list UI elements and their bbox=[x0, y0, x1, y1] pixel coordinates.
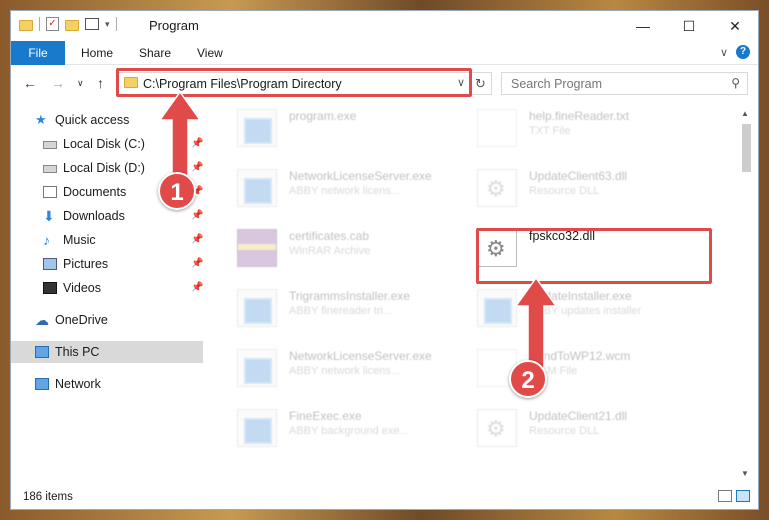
close-button[interactable]: ✕ bbox=[712, 11, 758, 41]
music-icon: ♪ bbox=[43, 232, 50, 248]
file-item[interactable]: SendToWP12.wcm WCM File bbox=[469, 343, 689, 393]
pictures-icon bbox=[43, 258, 57, 270]
arrow-up-icon bbox=[158, 90, 202, 181]
exe-icon bbox=[237, 349, 277, 387]
dll-icon bbox=[477, 409, 517, 447]
drive-icon bbox=[43, 141, 57, 149]
recent-locations-button[interactable]: ∨ bbox=[77, 78, 84, 89]
window-title: Program bbox=[149, 18, 199, 33]
expand-ribbon-icon[interactable]: ∨ bbox=[720, 46, 728, 59]
search-icon: ⚲ bbox=[731, 76, 740, 90]
tab-home[interactable]: Home bbox=[81, 41, 113, 65]
back-button[interactable]: ← bbox=[23, 75, 37, 91]
toolbar-divider bbox=[39, 17, 40, 31]
file-item[interactable]: UpdateClient63.dll Resource DLL bbox=[469, 163, 689, 213]
file-highlight bbox=[476, 228, 712, 284]
file-item[interactable]: help.fineReader.txt TXT File bbox=[469, 103, 689, 153]
pc-icon bbox=[35, 346, 49, 358]
drive-icon bbox=[43, 165, 57, 173]
refresh-button[interactable]: ↻ bbox=[469, 73, 491, 94]
qat-dropdown-icon[interactable]: ▾ bbox=[105, 19, 110, 30]
file-item[interactable]: program.exe bbox=[229, 103, 449, 153]
status-bar: 186 items bbox=[11, 487, 758, 509]
ribbon-tabs: File Home Share View ∨ ? bbox=[11, 41, 758, 65]
scroll-thumb[interactable] bbox=[742, 124, 751, 172]
videos-icon bbox=[43, 282, 57, 294]
downloads-icon: ⬇ bbox=[43, 208, 55, 224]
sidebar-item-this-pc[interactable]: This PC bbox=[11, 341, 203, 363]
maximize-button[interactable]: ☐ bbox=[666, 11, 712, 41]
tab-share[interactable]: Share bbox=[139, 41, 171, 65]
search-box[interactable]: Search Program ⚲ bbox=[501, 72, 748, 95]
exe-icon bbox=[237, 409, 277, 447]
file-item[interactable]: TrigrammsInstaller.exe ABBY finereader t… bbox=[229, 283, 449, 333]
step-badge-1: 1 bbox=[158, 172, 196, 210]
minimize-button[interactable]: — bbox=[620, 11, 666, 41]
file-item[interactable]: FineExec.exe ABBY background exe... bbox=[229, 403, 449, 453]
pin-icon[interactable]: 📌 bbox=[191, 253, 203, 275]
folder-icon bbox=[19, 19, 33, 31]
pin-icon[interactable]: 📌 bbox=[191, 229, 203, 251]
file-item[interactable]: NetworkLicenseServer.exe ABBY network li… bbox=[229, 343, 449, 393]
file-item[interactable]: UpdateClient21.dll Resource DLL bbox=[469, 403, 689, 453]
network-icon bbox=[35, 378, 49, 390]
search-input[interactable]: Search Program bbox=[511, 77, 602, 91]
exe-icon bbox=[237, 109, 277, 147]
onedrive-icon: ☁ bbox=[35, 312, 49, 328]
help-icon[interactable]: ? bbox=[736, 45, 750, 59]
up-button[interactable]: ↑ bbox=[97, 75, 104, 91]
pin-icon[interactable]: 📌 bbox=[191, 277, 203, 299]
sidebar-item-onedrive[interactable]: ☁ OneDrive bbox=[35, 309, 203, 331]
item-count: 186 items bbox=[23, 491, 73, 503]
file-item[interactable]: UpdateInstaller.exe ABBY updates install… bbox=[469, 283, 689, 333]
sidebar-item-pictures[interactable]: Pictures 📌 bbox=[43, 253, 203, 275]
scroll-down-icon[interactable]: ▼ bbox=[741, 469, 749, 478]
star-icon: ★ bbox=[35, 112, 47, 127]
ribbon-right-controls: ∨ ? bbox=[720, 45, 750, 59]
sidebar-item-music[interactable]: ♪ Music 📌 bbox=[43, 229, 203, 251]
details-view-icon[interactable] bbox=[718, 490, 732, 502]
file-item[interactable]: certificates.cab WinRAR Archive bbox=[229, 223, 449, 273]
exe-icon bbox=[237, 289, 277, 327]
properties-check-icon[interactable]: ✓ bbox=[46, 17, 59, 31]
title-bar: ✓ ▾ Program — ☐ ✕ bbox=[11, 11, 758, 41]
exe-icon bbox=[237, 169, 277, 207]
doc-icon bbox=[477, 109, 517, 147]
arrow-up-icon bbox=[514, 276, 558, 369]
tab-view[interactable]: View bbox=[197, 41, 223, 65]
step-badge-2: 2 bbox=[509, 360, 547, 398]
customize-toolbar-icon[interactable] bbox=[85, 18, 99, 30]
cab-archive-icon bbox=[237, 229, 277, 267]
scroll-up-icon[interactable]: ▲ bbox=[741, 109, 749, 118]
documents-icon bbox=[43, 186, 57, 198]
new-folder-icon[interactable] bbox=[65, 19, 79, 31]
pin-icon[interactable]: 📌 bbox=[191, 205, 203, 227]
sidebar-item-network[interactable]: Network bbox=[35, 373, 203, 395]
file-list: program.exe help.fineReader.txt TXT File… bbox=[229, 103, 739, 481]
dll-icon bbox=[477, 169, 517, 207]
forward-button[interactable]: → bbox=[51, 75, 65, 91]
tab-file[interactable]: File bbox=[11, 41, 65, 65]
vertical-scrollbar[interactable]: ▲ ▼ bbox=[739, 107, 755, 481]
file-item[interactable]: NetworkLicenseServer.exe ABBY network li… bbox=[229, 163, 449, 213]
quick-access-toolbar: ✓ ▾ bbox=[19, 17, 117, 31]
toolbar-divider bbox=[115, 17, 117, 31]
large-icons-view-icon[interactable] bbox=[736, 490, 750, 502]
sidebar-item-videos[interactable]: Videos 📌 bbox=[43, 277, 203, 299]
view-toggle bbox=[718, 490, 750, 502]
